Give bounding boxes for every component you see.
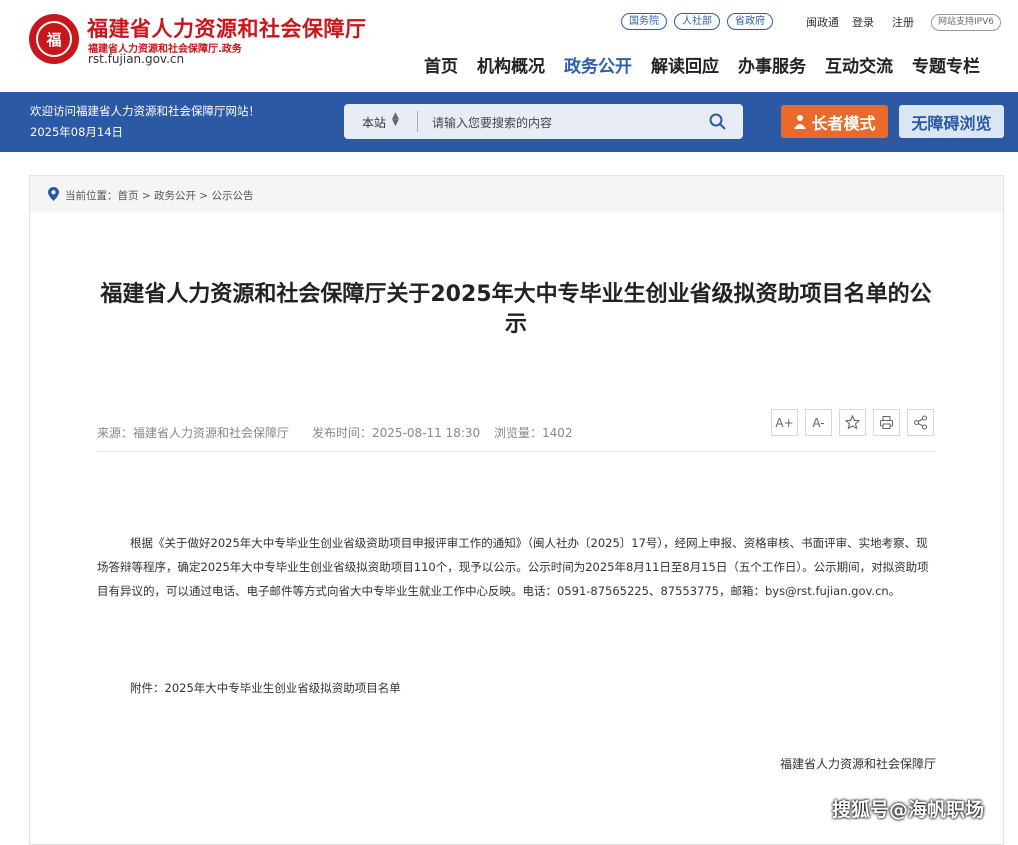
article-title: 福建省人力资源和社会保障厅关于2025年大中专毕业生创业省级拟资助项目名单的公示 xyxy=(100,282,932,337)
search-scope-select[interactable]: 本站 xyxy=(362,114,386,131)
attachment-link[interactable]: 附件：2025年大中专毕业生创业省级拟资助项目名单 xyxy=(130,680,401,696)
nav-topics[interactable]: 专题专栏 xyxy=(912,52,980,77)
favorite-button[interactable] xyxy=(839,409,866,436)
share-icon xyxy=(914,415,927,430)
article-views: 浏览量：1402 xyxy=(494,426,573,440)
nav-organization[interactable]: 机构概况 xyxy=(477,52,545,77)
nav-gov-affairs[interactable]: 政务公开 xyxy=(564,52,632,77)
site-url: rst.fujian.gov.cn xyxy=(88,52,185,66)
article-body: 根据《关于做好2025年大中专毕业生创业省级资助项目申报评审工作的通知》（闽人社… xyxy=(97,536,929,598)
seal-glyph: 福 xyxy=(36,21,72,57)
nav-home[interactable]: 首页 xyxy=(424,52,458,77)
nav-interpretation[interactable]: 解读回应 xyxy=(651,52,719,77)
link-province[interactable]: 省政府 xyxy=(727,13,773,30)
link-state-council[interactable]: 国务院 xyxy=(621,13,667,30)
search-divider xyxy=(417,111,418,132)
breadcrumb[interactable]: 当前位置：首页 > 政务公开 > 公示公告 xyxy=(65,188,253,203)
star-icon xyxy=(845,415,860,430)
article-tools: A+ A- xyxy=(771,409,941,436)
print-button[interactable] xyxy=(873,409,900,436)
site-logo-seal[interactable]: 福 xyxy=(29,14,79,64)
accessible-browse-button[interactable]: 无障碍浏览 xyxy=(899,105,1004,138)
link-ministry[interactable]: 人社部 xyxy=(674,13,720,30)
watermark: 搜狐号@海帆职场 xyxy=(832,799,985,821)
print-icon xyxy=(880,416,893,429)
font-decrease-button[interactable]: A- xyxy=(805,409,832,436)
font-increase-button[interactable]: A+ xyxy=(771,409,798,436)
elder-mode-label: 长者模式 xyxy=(811,113,876,133)
article-signature: 福建省人力资源和社会保障厅 xyxy=(780,757,937,771)
nav-services[interactable]: 办事服务 xyxy=(738,52,806,77)
site-title[interactable]: 福建省人力资源和社会保障厅 xyxy=(87,13,367,43)
content-frame xyxy=(29,175,1004,845)
person-icon xyxy=(794,115,807,129)
scope-updown-icon[interactable]: ▲ ▼ xyxy=(392,112,399,128)
top-links: 国务院 人社部 省政府 xyxy=(621,13,780,30)
current-date: 2025年08月14日 xyxy=(30,125,124,139)
register-link[interactable]: 注册 xyxy=(892,14,914,30)
search-input[interactable]: 请输入您要搜索的内容 xyxy=(432,114,552,131)
share-button[interactable] xyxy=(907,409,934,436)
article-source: 来源：福建省人力资源和社会保障厅 xyxy=(97,426,290,440)
nav-interaction[interactable]: 互动交流 xyxy=(825,52,893,77)
link-mzt[interactable]: 闽政通 xyxy=(806,14,839,30)
article-publish-time: 发布时间：2025-08-11 18:30 xyxy=(312,426,481,440)
ipv6-badge: 网站支持IPV6 xyxy=(931,14,1001,31)
login-link[interactable]: 登录 xyxy=(852,14,874,30)
location-pin-icon xyxy=(48,187,59,201)
main-nav: 首页 机构概况 政务公开 解读回应 办事服务 互动交流 专题专栏 xyxy=(424,52,999,77)
meta-divider xyxy=(97,451,936,452)
elder-mode-button[interactable]: 长者模式 xyxy=(781,105,888,138)
search-icon[interactable] xyxy=(709,113,726,130)
welcome-text: 欢迎访问福建省人力资源和社会保障厅网站！ xyxy=(30,104,260,118)
